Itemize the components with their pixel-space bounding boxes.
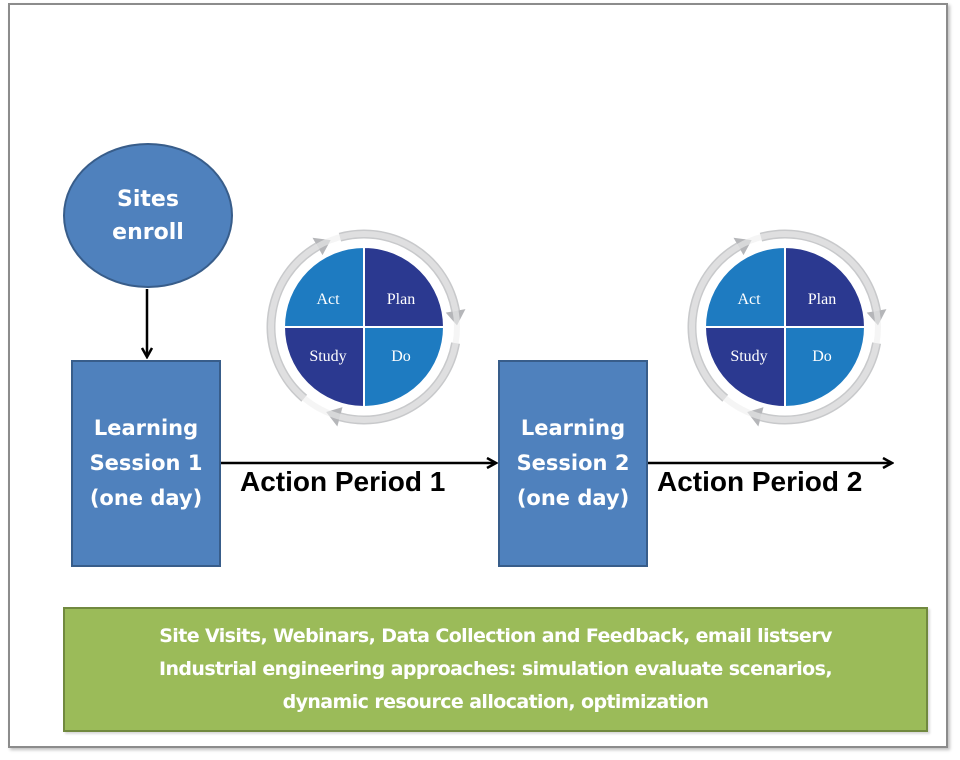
learning-session-2-line-1: Learning [520,416,626,440]
pdsa-label-study: Study [730,348,767,365]
learning-session-2-line-3: (one day) [516,486,630,510]
learning-session-1-node: Learning Session 1 (one day) [71,360,221,567]
learning-session-1-line-2: Session 1 [89,451,203,475]
pdsa-label-study: Study [309,348,346,365]
pdsa-label-act: Act [737,291,761,308]
sites-enroll-line-1: Sites [117,186,179,212]
learning-session-2-node: Learning Session 2 (one day) [498,360,648,567]
pdsa-label-plan: Plan [387,291,415,308]
action-period-2-label: Action Period 2 [657,466,863,497]
sites-enroll-node: Sites enroll [63,143,233,288]
learning-session-1-line-1: Learning [93,416,199,440]
learning-session-2-line-2: Session 2 [516,451,630,475]
pdsa-label-do: Do [812,348,832,365]
pdsa-cycle-1: Act Plan Study Do [266,229,466,427]
pdsa-label-act: Act [316,291,340,308]
pdsa-cycle-2: Act Plan Study Do [687,229,887,427]
support-line-1: Site Visits, Webinars, Data Collection a… [159,625,832,647]
learning-session-1-line-3: (one day) [89,486,203,510]
support-line-3: dynamic resource allocation, optimizatio… [282,691,709,713]
sites-enroll-line-2: enroll [112,219,184,245]
support-activities-box: Site Visits, Webinars, Data Collection a… [63,607,928,732]
pdsa-label-plan: Plan [808,291,836,308]
pdsa-label-do: Do [391,348,411,365]
action-period-1-label: Action Period 1 [240,466,446,497]
support-line-2: Industrial engineering approaches: simul… [159,658,833,680]
